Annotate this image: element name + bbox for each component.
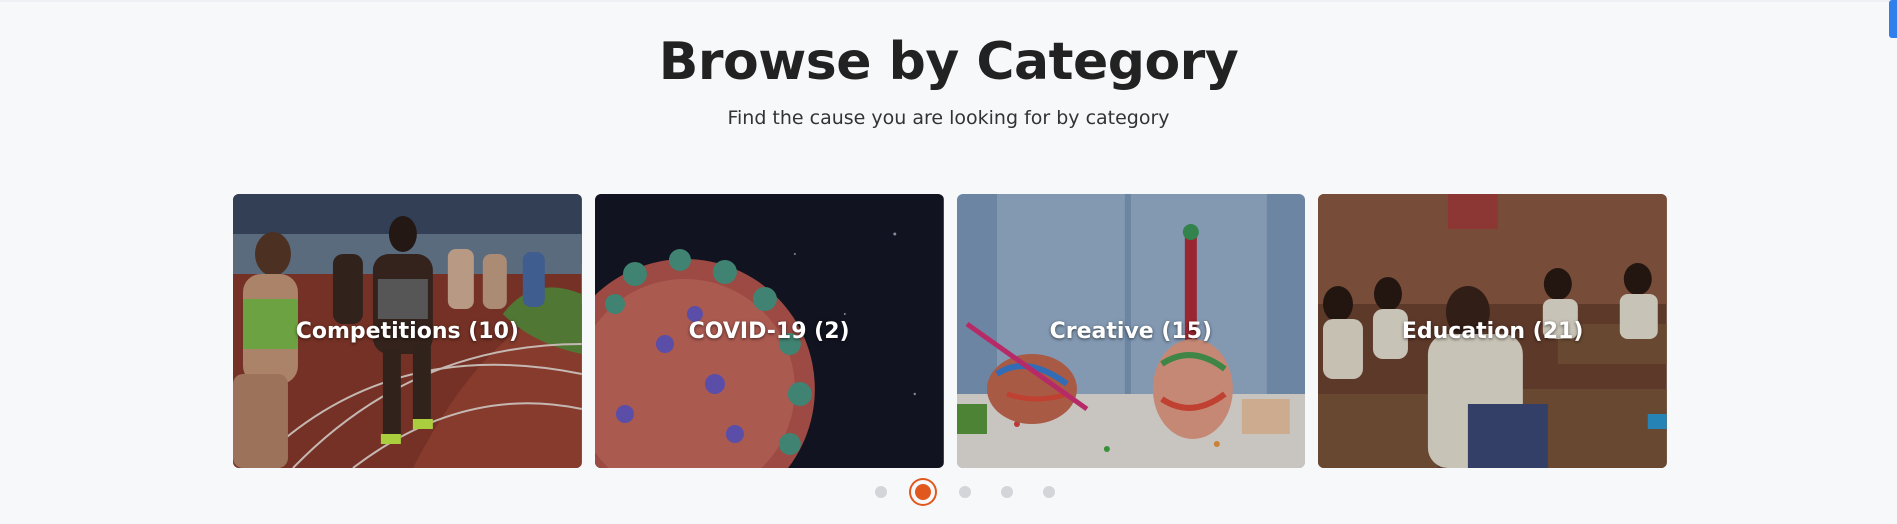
category-card-creative[interactable]: Creative (15)	[956, 194, 1306, 468]
carousel-dot-4[interactable]	[1000, 486, 1013, 498]
category-label: Education (21)	[1401, 318, 1584, 344]
section-title: Browse by Category	[658, 32, 1239, 92]
section-subtitle: Find the cause you are looking for by ca…	[727, 107, 1170, 129]
top-divider	[0, 0, 1897, 2]
carousel-dot-3[interactable]	[958, 486, 971, 498]
carousel-dot-2-active[interactable]	[914, 484, 931, 500]
category-card-covid-19[interactable]: COVID-19 (2)	[594, 194, 944, 468]
category-card-competitions[interactable]: Competitions (10)	[233, 194, 582, 468]
category-label: Creative (15)	[1049, 318, 1213, 344]
category-carousel: Competitions (10) COVID-19 (2) Creative …	[233, 194, 1667, 468]
category-label: COVID-19 (2)	[688, 318, 850, 344]
category-card-education[interactable]: Education (21)	[1318, 194, 1667, 468]
carousel-dot-1[interactable]	[874, 486, 887, 498]
category-label: Competitions (10)	[295, 318, 519, 344]
carousel-dot-5[interactable]	[1042, 486, 1055, 498]
carousel-pagination	[16, 480, 1897, 504]
